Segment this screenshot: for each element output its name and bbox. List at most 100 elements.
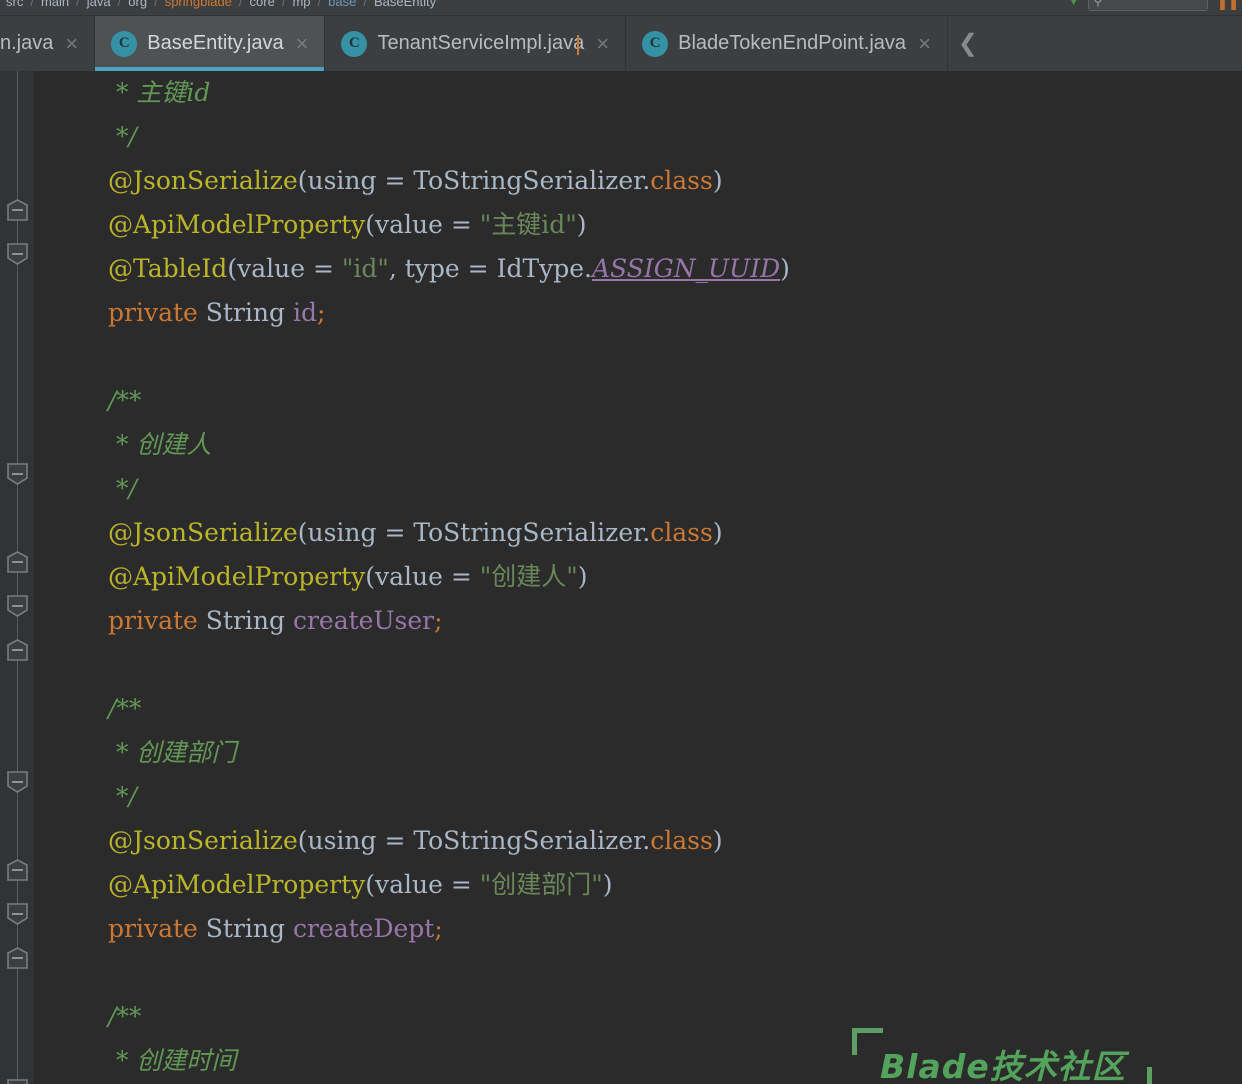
editor-tab-tenantserviceimpl-java[interactable]: C TenantServiceImpl.java ×: [325, 16, 627, 71]
code-token: /**: [108, 694, 142, 723]
search-input[interactable]: ⚲: [1087, 0, 1208, 11]
breadcrumb-item-baseentity[interactable]: BaseEntity: [368, 0, 442, 9]
code-token: (: [365, 210, 376, 239]
code-line: @TableId(value = "id", type = IdType.ASS…: [34, 247, 1242, 291]
breadcrumb-item-mp[interactable]: mp: [286, 0, 316, 9]
breadcrumb-item-java[interactable]: java: [81, 0, 117, 9]
code-line: * 创建时间: [34, 1039, 1242, 1083]
code-token: ToStringSerializer: [413, 826, 643, 855]
fold-marker-up[interactable]: [2, 199, 33, 221]
code-token: "创建部门": [479, 870, 603, 899]
editor-tab-close-icon[interactable]: ×: [596, 32, 609, 55]
code-token: createDept: [292, 914, 435, 943]
code-line: /**: [34, 995, 1242, 1039]
fold-marker-down[interactable]: [2, 463, 33, 485]
ide-window: src / main / java / org / springblade / core / mp / ba…: [0, 0, 1242, 1084]
code-token: =: [459, 254, 497, 283]
code-token: using: [307, 826, 377, 855]
code-token: ;: [434, 914, 443, 943]
code-line: @JsonSerialize(using = ToStringSerialize…: [34, 159, 1242, 203]
code-line: @JsonSerialize(using = ToStringSerialize…: [34, 511, 1242, 555]
code-token: ToStringSerializer: [413, 166, 643, 195]
chevron-down-icon[interactable]: ▼: [1068, 0, 1080, 7]
code-token: ;: [316, 298, 326, 327]
code-line: * 主键id: [34, 71, 1242, 115]
fold-marker-up[interactable]: [2, 947, 33, 969]
code-token: (: [297, 826, 308, 855]
editor-tab-bladetokenendpoint-java[interactable]: C BladeTokenEndPoint.java ×: [626, 16, 948, 71]
fold-marker-down[interactable]: [2, 595, 33, 617]
fold-marker-up[interactable]: [2, 859, 33, 881]
code-token: class: [650, 166, 713, 195]
run-config-icon[interactable]: ▐▐: [1216, 0, 1238, 9]
code-token: (: [297, 166, 308, 195]
breadcrumb-item-org[interactable]: org: [122, 0, 153, 9]
breadcrumb-item-base[interactable]: base: [322, 0, 362, 9]
breadcrumb-item-src[interactable]: src: [0, 0, 29, 9]
fold-marker-down[interactable]: [2, 771, 33, 793]
breadcrumb-item-springblade[interactable]: springblade: [159, 0, 238, 9]
editor-tab-close-icon[interactable]: ×: [918, 32, 931, 55]
code-token: value: [375, 870, 443, 899]
code-token: ): [577, 562, 588, 591]
java-class-icon: C: [111, 30, 138, 57]
code-line: */: [34, 775, 1242, 819]
fold-rail: [17, 71, 18, 1084]
code-token: "主键id": [479, 210, 577, 239]
code-token: ): [602, 870, 613, 899]
tab-overflow-chevron-icon[interactable]: ❮: [948, 16, 988, 71]
code-line: */: [34, 467, 1242, 511]
fold-marker-down[interactable]: [2, 1079, 33, 1084]
code-token: /**: [108, 386, 142, 415]
code-content[interactable]: * 主键id */@JsonSerialize(using = ToString…: [34, 71, 1242, 1084]
fold-marker-down[interactable]: [2, 903, 33, 925]
java-class-icon: C: [341, 30, 368, 57]
code-token: */: [108, 782, 137, 811]
code-line: /**: [34, 379, 1242, 423]
code-token: ASSIGN_UUID: [592, 254, 781, 283]
editor-tab-close-icon[interactable]: ×: [65, 32, 78, 55]
editor-tab-baseentity-java[interactable]: C BaseEntity.java ×: [95, 16, 326, 71]
code-token: value: [375, 210, 443, 239]
code-token: using: [307, 166, 377, 195]
code-token: ;: [434, 606, 443, 635]
code-line: * 创建人: [34, 423, 1242, 467]
editor-tab-close-icon[interactable]: ×: [296, 32, 309, 55]
code-token: "id": [341, 254, 389, 283]
fold-marker-down[interactable]: [2, 243, 33, 265]
code-editor[interactable]: * 主键id */@JsonSerialize(using = ToString…: [0, 71, 1242, 1084]
code-token: =: [376, 826, 414, 855]
code-token: private: [108, 606, 198, 635]
editor-gutter[interactable]: [0, 71, 34, 1084]
breadcrumb-item-core[interactable]: core: [244, 0, 281, 9]
code-line: @JsonSerialize(using = ToStringSerialize…: [34, 819, 1242, 863]
code-token: using: [307, 518, 377, 547]
fold-marker-up[interactable]: [2, 639, 33, 661]
code-token: IdType: [496, 254, 585, 283]
editor-tab-n-java[interactable]: n.java ×: [0, 16, 96, 71]
code-token: * 主键id: [108, 78, 211, 107]
code-token: @JsonSerialize: [108, 518, 298, 547]
code-token: * 创建人: [108, 430, 212, 459]
fold-marker-up[interactable]: [2, 551, 33, 573]
code-token: =: [376, 166, 414, 195]
breadcrumb[interactable]: src / main / java / org / springblade / core / mp / ba…: [0, 0, 442, 14]
editor-tab-label: TenantServiceImpl.java: [377, 32, 585, 55]
code-token: (: [297, 518, 308, 547]
code-token: ): [712, 166, 723, 195]
code-token: =: [442, 562, 480, 591]
code-token: ,: [388, 254, 405, 283]
code-token: ): [712, 826, 723, 855]
breadcrumb-item-main[interactable]: main: [35, 0, 75, 9]
code-token: "创建人": [479, 562, 578, 591]
editor-tab-label: n.java: [0, 32, 54, 54]
code-token: @ApiModelProperty: [108, 870, 366, 899]
code-token: */: [108, 122, 137, 151]
code-token: String: [205, 606, 286, 635]
